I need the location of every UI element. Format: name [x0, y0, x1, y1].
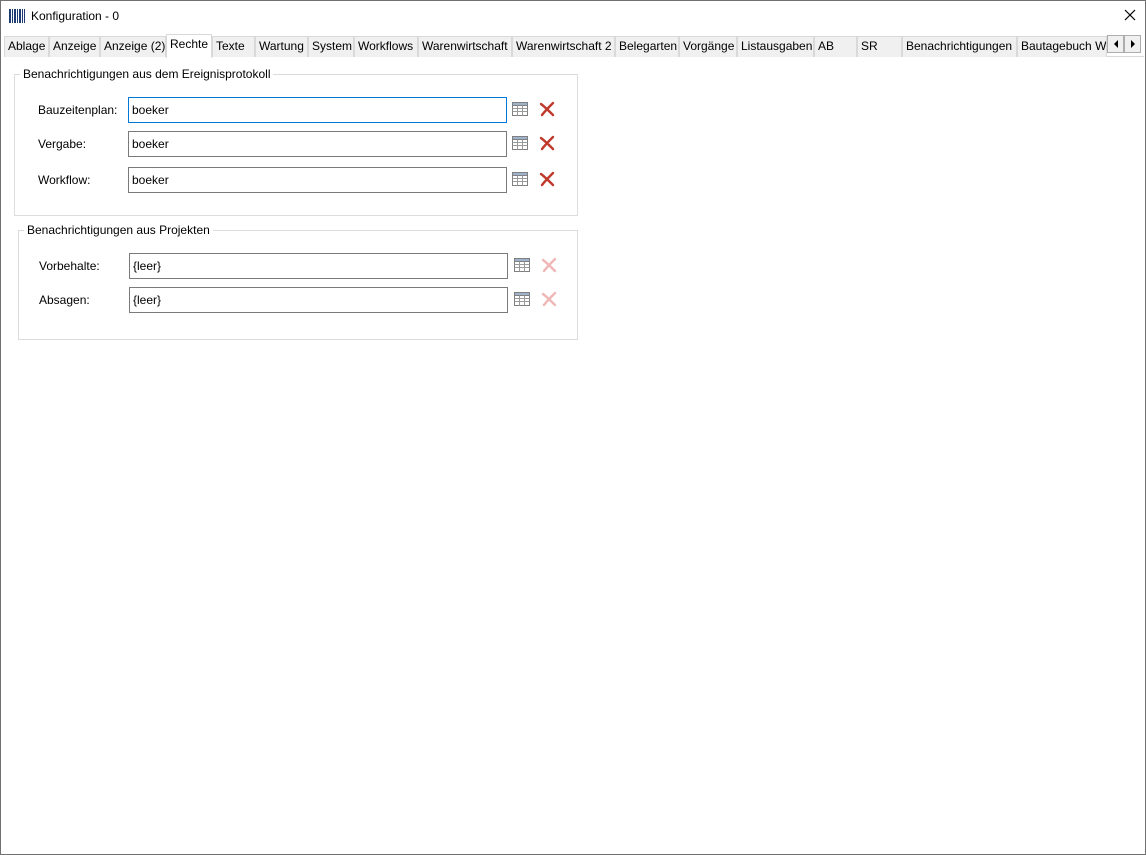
tab-content-rechte: Benachrichtigungen aus dem Ereignisproto… [4, 57, 1144, 853]
group-ereignisprotokoll: Benachrichtigungen aus dem Ereignisproto… [14, 67, 578, 216]
close-icon [1124, 9, 1136, 24]
tab-warenwirtschaft-2[interactable]: Warenwirtschaft 2 [512, 36, 615, 57]
tab-scroll-right-button[interactable] [1124, 35, 1141, 53]
tab-anzeige[interactable]: Anzeige [49, 36, 100, 57]
group-ereignisprotokoll-title: Benachrichtigungen aus dem Ereignisproto… [20, 67, 274, 81]
absagen-field[interactable] [129, 287, 508, 313]
vergabe-select-button[interactable] [511, 135, 529, 153]
label-workflow: Workflow: [38, 173, 91, 187]
label-bauzeitenplan: Bauzeitenplan: [38, 103, 118, 117]
barcode-icon [9, 9, 25, 23]
bauzeitenplan-delete-button[interactable] [538, 101, 556, 119]
tab-strip: Ablage Anzeige Anzeige (2) Rechte Texte … [4, 34, 1144, 58]
table-icon [512, 171, 528, 189]
close-button[interactable] [1115, 1, 1145, 32]
bauzeitenplan-select-button[interactable] [511, 101, 529, 119]
vergabe-delete-button[interactable] [538, 135, 556, 153]
tab-anzeige-2[interactable]: Anzeige (2) [100, 36, 166, 57]
tab-listausgaben[interactable]: Listausgaben [737, 36, 814, 57]
tab-rechte[interactable]: Rechte [166, 34, 212, 58]
workflow-select-button[interactable] [511, 171, 529, 189]
tab-texte[interactable]: Texte [212, 36, 255, 57]
vorbehalte-select-button[interactable] [513, 257, 531, 275]
table-icon [512, 135, 528, 153]
tab-sr[interactable]: SR [857, 36, 902, 57]
red-x-icon [539, 171, 555, 190]
tab-belegarten[interactable]: Belegarten [615, 36, 679, 57]
tab-workflows[interactable]: Workflows [354, 36, 418, 57]
window-title: Konfiguration - 0 [31, 9, 120, 23]
tab-scroll-left-button[interactable] [1107, 35, 1124, 53]
label-absagen: Absagen: [39, 293, 90, 307]
arrow-left-icon [1113, 37, 1119, 51]
vorbehalte-field[interactable] [129, 253, 508, 279]
vergabe-field[interactable] [128, 131, 507, 157]
red-x-icon [539, 135, 555, 154]
red-x-icon [539, 101, 555, 120]
table-icon [512, 101, 528, 119]
group-projekte: Benachrichtigungen aus Projekten Vorbeha… [18, 223, 578, 340]
tab-ablage[interactable]: Ablage [4, 36, 49, 57]
absagen-select-button[interactable] [513, 291, 531, 309]
absagen-delete-button[interactable] [540, 291, 558, 309]
label-vergabe: Vergabe: [38, 137, 87, 151]
red-x-icon [541, 291, 557, 310]
red-x-icon [541, 257, 557, 276]
workflow-delete-button[interactable] [538, 171, 556, 189]
config-window: Konfiguration - 0 Ablage Anzeige Anzeige… [0, 0, 1146, 855]
tab-system[interactable]: System [308, 36, 354, 57]
tab-ab[interactable]: AB [814, 36, 857, 57]
bauzeitenplan-field[interactable] [128, 97, 507, 123]
vorbehalte-delete-button[interactable] [540, 257, 558, 275]
table-icon [514, 257, 530, 275]
tab-vorgaenge[interactable]: Vorgänge [679, 36, 737, 57]
label-vorbehalte: Vorbehalte: [39, 259, 100, 273]
tab-bautagebuch[interactable]: Bautagebuch W [1017, 36, 1107, 57]
group-projekte-title: Benachrichtigungen aus Projekten [24, 223, 213, 237]
tab-benachrichtigungen[interactable]: Benachrichtigungen [902, 36, 1017, 57]
workflow-field[interactable] [128, 167, 507, 193]
arrow-right-icon [1130, 37, 1136, 51]
tab-wartung[interactable]: Wartung [255, 36, 308, 57]
tab-warenwirtschaft[interactable]: Warenwirtschaft [418, 36, 512, 57]
table-icon [514, 291, 530, 309]
title-bar: Konfiguration - 0 [1, 1, 1145, 32]
